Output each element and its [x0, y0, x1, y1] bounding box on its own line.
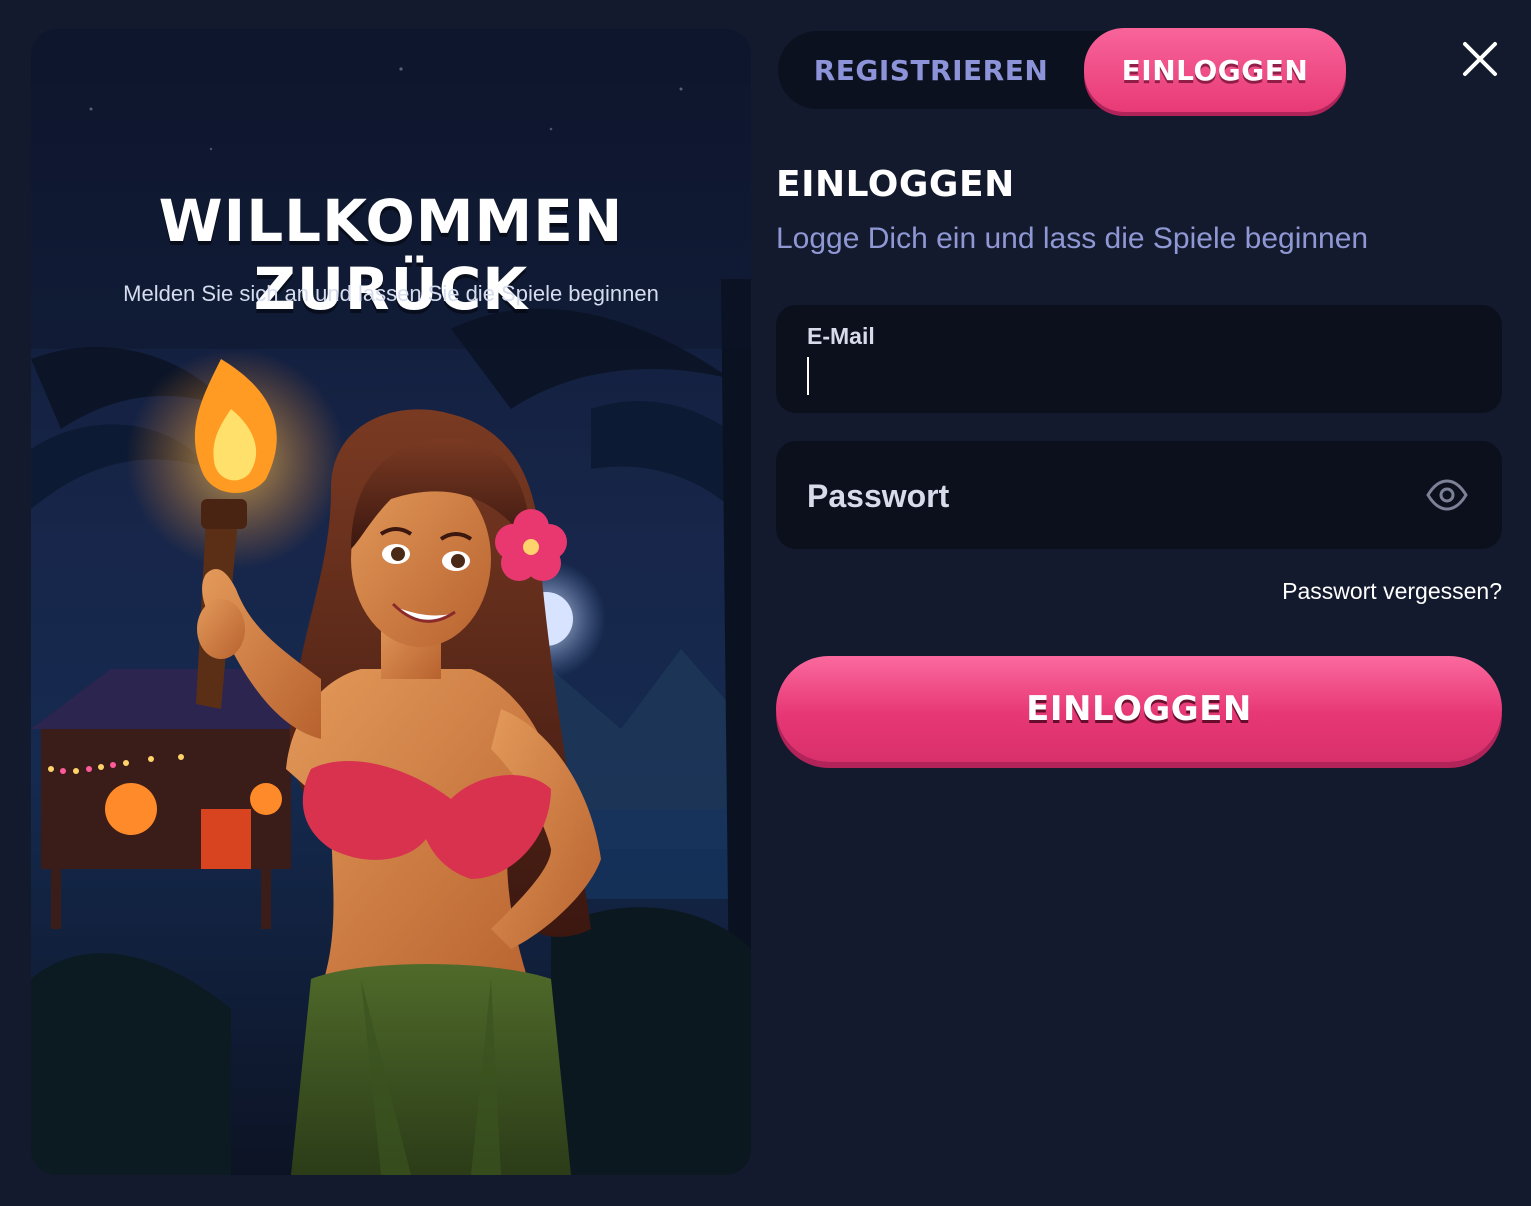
- eye-icon: [1426, 479, 1468, 511]
- close-icon: [1463, 42, 1497, 76]
- text-caret: [807, 357, 809, 395]
- form-title: EINLOGGEN: [776, 164, 1015, 205]
- tab-login[interactable]: EINLOGGEN: [1084, 28, 1346, 112]
- login-submit-button[interactable]: EINLOGGEN: [776, 656, 1502, 762]
- tab-register[interactable]: REGISTRIEREN: [778, 31, 1084, 109]
- close-button[interactable]: [1459, 38, 1501, 80]
- form-subtitle: Logge Dich ein und lass die Spiele begin…: [776, 222, 1369, 255]
- toggle-password-visibility-button[interactable]: [1425, 475, 1469, 515]
- email-label: E-Mail: [807, 323, 875, 349]
- hero-subtitle: Melden Sie sich an und lassen Sie die Sp…: [123, 281, 659, 306]
- auth-tabs: REGISTRIEREN EINLOGGEN: [778, 28, 1346, 112]
- password-input[interactable]: [807, 471, 1407, 521]
- email-input[interactable]: [807, 357, 1447, 397]
- email-field[interactable]: E-Mail: [776, 305, 1502, 413]
- login-modal: WILLKOMMEN ZURÜCK Melden Sie sich an und…: [0, 0, 1531, 1206]
- hero-panel: WILLKOMMEN ZURÜCK Melden Sie sich an und…: [31, 29, 751, 1175]
- forgot-password-link[interactable]: Passwort vergessen?: [1282, 578, 1502, 605]
- password-field[interactable]: [776, 441, 1502, 549]
